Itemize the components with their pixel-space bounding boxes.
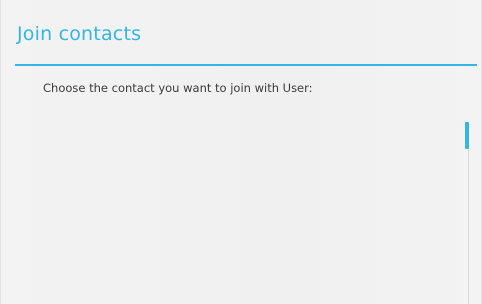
dialog-title: Join contacts (17, 23, 142, 45)
join-contacts-dialog: Join contacts Choose the contact you wan… (0, 0, 482, 304)
dialog-title-bar: Join contacts (1, 0, 481, 66)
dialog-message: Choose the contact you want to join with… (43, 81, 313, 95)
title-divider (15, 64, 477, 66)
scrollbar-track[interactable] (468, 150, 469, 304)
scrollbar-thumb[interactable] (465, 122, 469, 149)
contact-list[interactable] (1, 110, 481, 304)
